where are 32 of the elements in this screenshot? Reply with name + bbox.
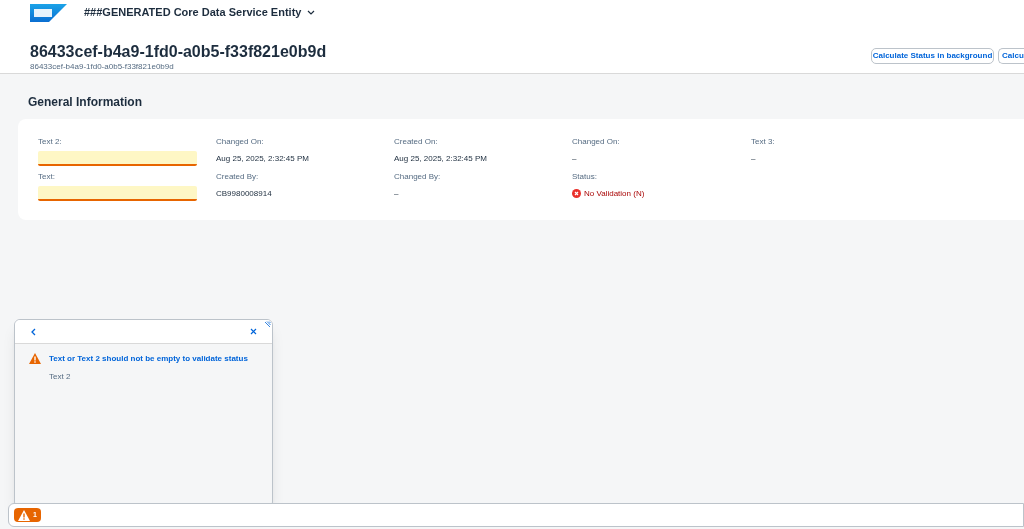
field-value: – (572, 152, 577, 165)
input-field[interactable] (38, 151, 197, 166)
section-title: General Information (28, 95, 143, 109)
app-title-menu[interactable]: ###GENERATED Core Data Service Entity (84, 4, 316, 21)
company-logo[interactable] (30, 3, 67, 22)
close-icon[interactable] (250, 328, 257, 335)
field-value: CB9980008914 (216, 187, 272, 200)
field-label: Text 2: (38, 137, 63, 147)
status-text: No Validation (N) (584, 187, 645, 200)
warning-icon (18, 509, 30, 521)
field-label: Changed On: (572, 137, 621, 147)
action-button[interactable]: Calculate Status in background (871, 48, 994, 64)
resize-handle-icon[interactable] (264, 321, 271, 328)
field-label: Status: (572, 172, 598, 182)
field-value: Aug 25, 2025, 2:32:45 PM (394, 152, 487, 165)
back-icon[interactable] (30, 327, 36, 336)
input-field[interactable] (38, 186, 197, 201)
field-label: Changed On: (216, 137, 265, 147)
field-label: Text 3: (751, 137, 776, 147)
field-label: Created On: (394, 137, 439, 147)
object-title: 86433cef-b4a9-1fd0-a0b5-f33f821e0b9d (30, 43, 327, 61)
action-button[interactable]: Calcu (998, 48, 1024, 64)
field-label: Changed By: (394, 172, 442, 182)
field-value: – (751, 152, 756, 165)
chevron-down-icon (307, 10, 316, 15)
field-value: Aug 25, 2025, 2:32:45 PM (216, 152, 309, 165)
message-subtitle: Text 2 (49, 371, 72, 383)
message-title[interactable]: Text or Text 2 should not be empty to validate status (49, 353, 248, 365)
field-label: Text: (38, 172, 56, 182)
object-subtitle: 86433cef-b4a9-1fd0-a0b5-f33f821e0b9d (30, 61, 175, 72)
field-label: Created By: (216, 172, 260, 182)
field-value: – (394, 187, 399, 200)
